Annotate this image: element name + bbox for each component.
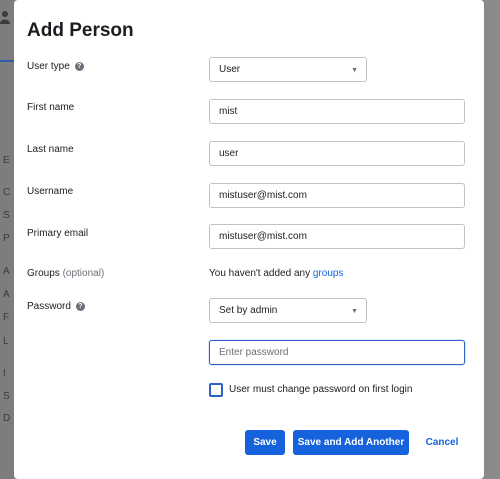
groups-empty-message: You haven't added any groups bbox=[209, 268, 343, 279]
user-type-select[interactable]: User ▼ bbox=[209, 57, 367, 82]
user-type-label-row: User type? bbox=[27, 61, 84, 72]
change-password-label: User must change password on first login bbox=[229, 384, 413, 395]
user-type-value: User bbox=[219, 64, 241, 75]
primary-email-label: Primary email bbox=[27, 228, 89, 239]
groups-label: Groups bbox=[27, 268, 60, 279]
background-text: E bbox=[3, 155, 10, 166]
password-field[interactable] bbox=[209, 340, 465, 365]
password-mode-select[interactable]: Set by admin ▼ bbox=[209, 298, 367, 323]
background-text: C bbox=[3, 187, 11, 198]
background-text: P bbox=[3, 233, 10, 244]
groups-link[interactable]: groups bbox=[313, 268, 344, 279]
cancel-button[interactable]: Cancel bbox=[417, 430, 467, 455]
change-password-checkbox[interactable] bbox=[209, 383, 223, 397]
username-field[interactable] bbox=[209, 183, 465, 208]
first-name-field[interactable] bbox=[209, 99, 465, 124]
groups-message-text: You haven't added any bbox=[209, 268, 311, 279]
help-icon[interactable]: ? bbox=[74, 61, 84, 71]
password-label: Password bbox=[27, 301, 71, 312]
user-icon bbox=[0, 11, 10, 24]
primary-email-field[interactable] bbox=[209, 224, 465, 249]
save-and-add-another-button[interactable]: Save and Add Another bbox=[293, 430, 409, 455]
last-name-field[interactable] bbox=[209, 141, 465, 166]
chevron-down-icon: ▼ bbox=[351, 308, 358, 315]
background-text: A bbox=[3, 266, 10, 277]
background-text: L bbox=[3, 336, 9, 347]
background-text: F bbox=[3, 312, 10, 323]
add-person-dialog: Add Person User type? User ▼ First name … bbox=[14, 0, 484, 479]
user-type-label: User type bbox=[27, 61, 70, 72]
dialog-title: Add Person bbox=[27, 20, 134, 41]
background-text: S bbox=[3, 391, 10, 402]
background-text: D bbox=[3, 413, 11, 424]
groups-label-row: Groups (optional) bbox=[27, 268, 104, 279]
last-name-label: Last name bbox=[27, 144, 74, 155]
background-page: E C S P A A F L I S D bbox=[0, 0, 14, 479]
password-label-row: Password? bbox=[27, 301, 85, 312]
save-button[interactable]: Save bbox=[245, 430, 285, 455]
background-text: A bbox=[3, 289, 10, 300]
first-name-label: First name bbox=[27, 102, 75, 113]
background-text: I bbox=[3, 368, 6, 379]
background-tab-indicator bbox=[0, 60, 14, 62]
password-mode-value: Set by admin bbox=[219, 305, 278, 316]
username-label: Username bbox=[27, 186, 74, 197]
chevron-down-icon: ▼ bbox=[351, 67, 358, 74]
optional-hint: (optional) bbox=[62, 268, 105, 279]
background-text: S bbox=[3, 210, 10, 221]
help-icon[interactable]: ? bbox=[75, 301, 85, 311]
